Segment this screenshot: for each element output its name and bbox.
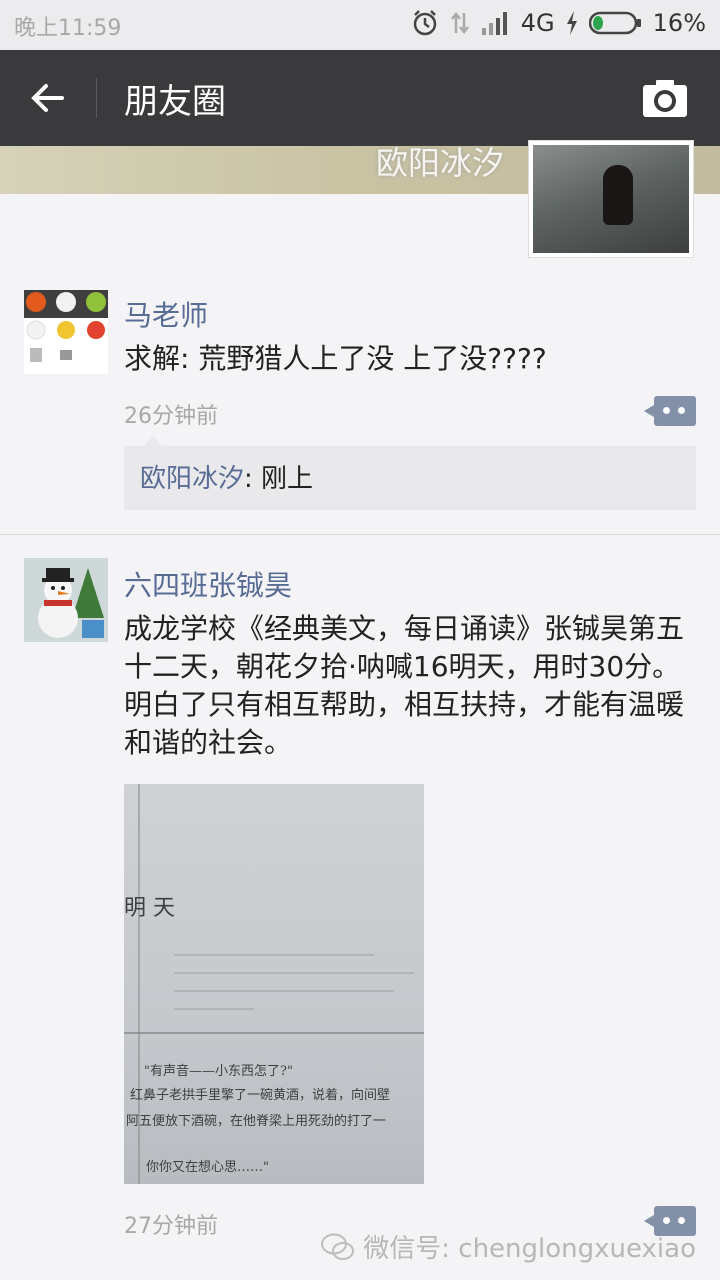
photo-line: "有声音——小东西怎了?" [144,1064,293,1079]
header-divider [96,78,97,118]
status-time: 晚上11:59 [14,16,122,41]
photo-line: 你你又在想心思……" [146,1160,269,1175]
watermark: 微信号: chenglongxuexiao [321,1228,696,1265]
post-text: 成龙学校《经典美文，每日诵读》张铖昊第五十二天，朝花夕拾·呐喊16明天，用时30… [124,612,685,759]
charging-icon [566,11,577,35]
battery-level: 16% [652,9,706,37]
page-title: 朋友圈 [124,82,226,122]
post-divider [0,534,720,535]
snowman-avatar-image [24,558,108,642]
back-arrow-icon[interactable] [28,78,68,118]
watermark-text: 微信号: chenglongxuexiao [363,1234,696,1264]
camera-icon[interactable] [642,78,688,118]
author-avatar[interactable] [24,290,108,374]
signal-icon [481,12,507,35]
more-dots-icon [663,1217,685,1224]
self-avatar-image [533,145,689,253]
alarm-icon [413,10,437,36]
battery-icon [588,11,641,35]
wechat-logo-icon [321,1233,355,1260]
network-type: 4G [520,9,555,37]
comment-list: 欧阳冰汐: 刚上 [124,436,696,510]
photo-heading: 明 天 [124,896,175,921]
comment-text: : 刚上 [244,464,314,494]
status-icons: 4G 16% [411,9,706,37]
post-time: 27分钟前 [124,1214,218,1239]
post-photo[interactable]: 明 天 "有声音——小东西怎了?" 红鼻子老拱手里擎了一碗黄酒，说着，向间壁 阿… [124,784,424,1184]
post-text: 求解: 荒野猎人上了没 上了没???? [124,342,547,375]
author-avatar[interactable] [24,558,108,642]
cover-nickname: 欧阳冰汐 [376,144,505,182]
fruit-avatar-image [24,290,108,374]
self-avatar[interactable] [528,140,694,258]
author-name[interactable]: 马老师 [124,294,208,334]
author-name[interactable]: 六四班张铖昊 [124,564,292,604]
status-bar: 晚上11:59 4G 16% [0,0,720,50]
post-time: 26分钟前 [124,404,218,429]
photo-line: 红鼻子老拱手里擎了一碗黄酒，说着，向间壁 [130,1088,391,1103]
data-transfer-icon [450,11,469,35]
photo-line: 阿五便放下酒碗，在他脊梁上用死劲的打了一 [126,1114,387,1129]
comment-button[interactable] [644,396,696,426]
top-bar: 朋友圈 [0,50,720,146]
comment-author[interactable]: 欧阳冰汐 [140,464,244,494]
more-dots-icon [663,407,685,414]
